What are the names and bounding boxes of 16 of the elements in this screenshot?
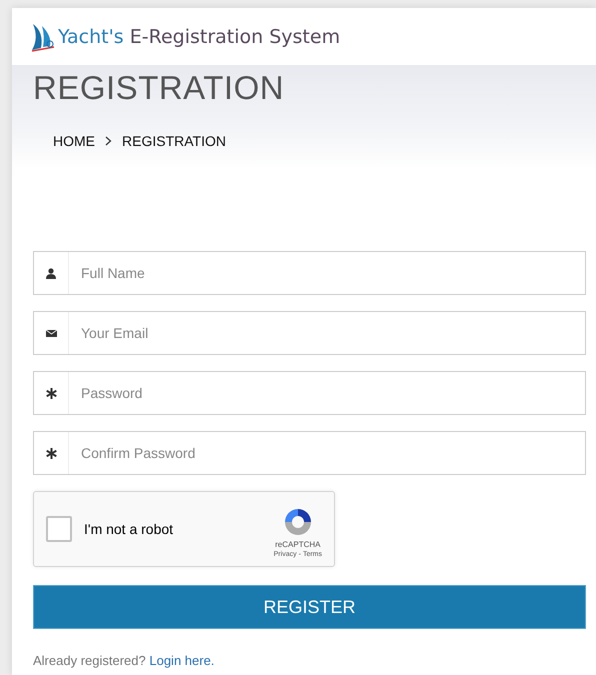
- asterisk-icon: [46, 388, 56, 398]
- captcha-brand: reCAPTCHA: [275, 540, 320, 549]
- page-title: REGISTRATION: [33, 68, 286, 107]
- breadcrumb-item: REGISTRATION: [122, 133, 226, 149]
- asterisk-icon: [46, 448, 56, 458]
- register-button[interactable]: REGISTER: [33, 585, 586, 629]
- login-prompt: Already registered? Login here.: [33, 653, 216, 668]
- chevron-icon: [105, 136, 112, 146]
- breadcrumb-item[interactable]: HOME: [53, 133, 95, 149]
- captcha-checkbox[interactable]: [46, 516, 72, 542]
- sailboat-logo-icon: [30, 22, 56, 52]
- envelope-icon: [46, 330, 56, 336]
- site-title: Yacht's E-Registration System: [58, 26, 340, 48]
- login-link[interactable]: Login here.: [149, 653, 214, 668]
- captcha-label: I'm not a robot: [84, 521, 174, 537]
- person-icon: [46, 268, 56, 278]
